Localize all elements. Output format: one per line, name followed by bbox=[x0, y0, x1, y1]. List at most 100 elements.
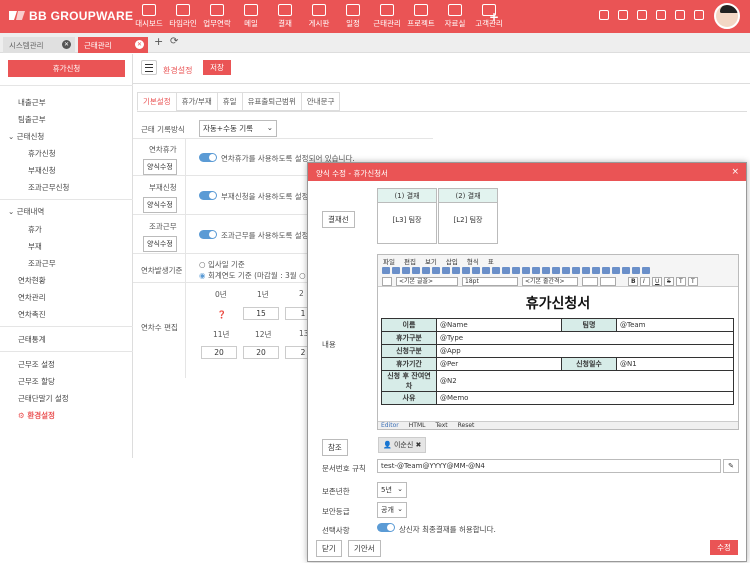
menu-toggle-icon[interactable] bbox=[141, 60, 157, 75]
sidebar-item-attendance-history[interactable]: ⌄ 근태내역 bbox=[8, 206, 44, 217]
sidebar-item-annual-status[interactable]: 연차현황 bbox=[18, 275, 46, 286]
overtime-toggle[interactable] bbox=[199, 230, 217, 239]
tab-notice[interactable]: 안내문구 bbox=[300, 92, 341, 111]
overtime-form-edit-button[interactable]: 양식수정 bbox=[143, 236, 177, 252]
leave-form-edit-button[interactable]: 양식수정 bbox=[143, 159, 177, 175]
template-button[interactable]: 기안서 bbox=[348, 540, 381, 557]
menu-mail[interactable]: 메일 bbox=[234, 3, 268, 29]
tools-icon[interactable] bbox=[618, 10, 628, 20]
basis-option-hire[interactable]: ○ 입사일 기준 bbox=[199, 259, 245, 270]
image-icon[interactable] bbox=[452, 267, 460, 274]
ordered-list-icon[interactable] bbox=[512, 267, 520, 274]
redo-icon[interactable] bbox=[422, 267, 430, 274]
sidebar-item-team-attendance[interactable]: 팀출근부 bbox=[18, 114, 46, 125]
leave-request-button[interactable]: 휴가신청 bbox=[8, 60, 125, 77]
menu-approval[interactable]: 결재 bbox=[268, 3, 302, 29]
align-left-icon[interactable] bbox=[592, 267, 600, 274]
table-icon[interactable] bbox=[472, 267, 480, 274]
undo-icon[interactable] bbox=[412, 267, 420, 274]
superscript-icon[interactable]: T bbox=[676, 277, 686, 286]
subscript-icon[interactable]: T bbox=[688, 277, 698, 286]
logo[interactable]: BB GROUPWARE bbox=[8, 9, 133, 23]
editor-menu-insert[interactable]: 삽입 bbox=[446, 256, 458, 266]
sidebar-item-shift-assign[interactable]: 근무조 할당 bbox=[18, 376, 55, 387]
security-select[interactable]: 공개 ⌄ bbox=[377, 502, 407, 518]
line-height-select[interactable]: <기본 줄간격> bbox=[522, 277, 578, 286]
year-count-input[interactable]: 15 bbox=[243, 307, 279, 320]
editor-menu-format[interactable]: 형식 bbox=[467, 256, 479, 266]
refresh-icon[interactable]: ⟳ bbox=[170, 36, 178, 47]
tab-attendance[interactable]: 근태관리 ✕ bbox=[78, 37, 148, 53]
menu-project[interactable]: 프로젝트 bbox=[404, 3, 438, 29]
menu-dashboard[interactable]: 대시보드 bbox=[132, 3, 166, 29]
basis-option-fiscal[interactable]: ◉ 회계연도 기준 (마감월 : 3월 ○ bbox=[199, 270, 306, 281]
option-toggle[interactable] bbox=[377, 523, 395, 532]
reference-button[interactable]: 참조 bbox=[322, 439, 348, 456]
tab-range[interactable]: 유표출퇴근범위 bbox=[241, 92, 302, 111]
retention-select[interactable]: 5년 ⌄ bbox=[377, 482, 407, 498]
tab-system[interactable]: 시스템관리 ✕ bbox=[3, 37, 75, 53]
docno-input[interactable]: test-@Team@YYYY@MM-@N4 bbox=[377, 459, 721, 473]
chart-icon[interactable] bbox=[482, 267, 490, 274]
editor-tab-editor[interactable]: Editor bbox=[381, 422, 399, 429]
add-menu-icon[interactable]: + bbox=[489, 10, 499, 24]
list-icon[interactable] bbox=[502, 267, 510, 274]
sidebar-item-annual-management[interactable]: 연차관리 bbox=[18, 292, 46, 303]
close-icon[interactable]: × bbox=[731, 167, 739, 177]
format-icon[interactable] bbox=[382, 277, 392, 286]
editor-tab-html[interactable]: HTML bbox=[409, 422, 426, 429]
close-icon[interactable]: ✕ bbox=[62, 40, 71, 49]
org-chart-icon[interactable] bbox=[637, 10, 647, 20]
hr-icon[interactable] bbox=[542, 267, 550, 274]
menu-work[interactable]: 업무연락 bbox=[200, 3, 234, 29]
quote-icon[interactable] bbox=[582, 267, 590, 274]
sidebar-item-overtime-request[interactable]: 조과근무신청 bbox=[28, 182, 69, 193]
editor-tab-reset[interactable]: Reset bbox=[458, 422, 475, 429]
text-color-icon[interactable] bbox=[582, 277, 598, 286]
lock-icon[interactable] bbox=[656, 10, 666, 20]
bold-icon[interactable]: B bbox=[628, 277, 638, 286]
record-method-select[interactable]: 자동+수동 기록 ⌄ bbox=[199, 120, 277, 137]
font-select[interactable]: <기본 글꼴> bbox=[396, 277, 458, 286]
edit-icon[interactable]: ✎ bbox=[723, 459, 739, 473]
align-right-icon[interactable] bbox=[612, 267, 620, 274]
help-icon[interactable]: ❓ bbox=[217, 310, 226, 319]
close-button[interactable]: 닫기 bbox=[316, 540, 342, 557]
cut-icon[interactable] bbox=[382, 267, 390, 274]
menu-timeline[interactable]: 타임라인 bbox=[166, 3, 200, 29]
block-icon[interactable] bbox=[572, 267, 580, 274]
menu-schedule[interactable]: 일정 bbox=[336, 3, 370, 29]
sidebar-item-my-attendance[interactable]: 내출근부 bbox=[18, 97, 46, 108]
align-center-icon[interactable] bbox=[602, 267, 610, 274]
tab-basic[interactable]: 기본설정 bbox=[137, 92, 177, 111]
sidebar-item-absence-request[interactable]: 부재신청 bbox=[28, 165, 56, 176]
menu-archive[interactable]: 자료실 bbox=[438, 3, 472, 29]
indent-icon[interactable] bbox=[522, 267, 530, 274]
editor-tab-text[interactable]: Text bbox=[435, 422, 447, 429]
editor-menu-view[interactable]: 보기 bbox=[425, 256, 437, 266]
find-icon[interactable] bbox=[432, 267, 440, 274]
absence-form-edit-button[interactable]: 양식수정 bbox=[143, 197, 177, 213]
menu-attendance[interactable]: 근태관리 bbox=[370, 3, 404, 29]
highlight-icon[interactable] bbox=[600, 277, 616, 286]
avatar[interactable] bbox=[714, 3, 740, 29]
menu-board[interactable]: 게시판 bbox=[302, 3, 336, 29]
editor-menu-edit[interactable]: 편집 bbox=[404, 256, 416, 266]
remove-icon[interactable]: ✖ bbox=[416, 441, 422, 449]
approval-line-button[interactable]: 결재선 bbox=[322, 211, 355, 228]
outdent-icon[interactable] bbox=[532, 267, 540, 274]
sidebar-item-statistics[interactable]: 근태통계 bbox=[18, 334, 46, 345]
fullscreen-icon[interactable] bbox=[642, 267, 650, 274]
sidebar-item-leave[interactable]: 휴가 bbox=[28, 224, 42, 235]
editor-document[interactable]: 휴가신청서 이름 @Name 팀명 @Team 휴가구분 @Type 신청구분 … bbox=[378, 288, 738, 424]
save-button[interactable]: 저장 bbox=[203, 60, 231, 75]
size-select[interactable]: 18pt bbox=[462, 277, 518, 286]
sidebar-item-terminal-setting[interactable]: 근태단말기 설정 bbox=[18, 393, 69, 404]
year-count-input[interactable]: 20 bbox=[201, 346, 237, 359]
rich-text-editor[interactable]: 파일 편집 보기 삽입 형식 표 <기본 글꼴> 18pt <기본 줄간격> B… bbox=[377, 254, 739, 430]
media-icon[interactable] bbox=[632, 267, 640, 274]
leave-toggle[interactable] bbox=[199, 153, 217, 162]
fill-icon[interactable] bbox=[442, 267, 450, 274]
editor-menu-table[interactable]: 표 bbox=[488, 256, 494, 266]
settings-icon[interactable] bbox=[599, 10, 609, 20]
